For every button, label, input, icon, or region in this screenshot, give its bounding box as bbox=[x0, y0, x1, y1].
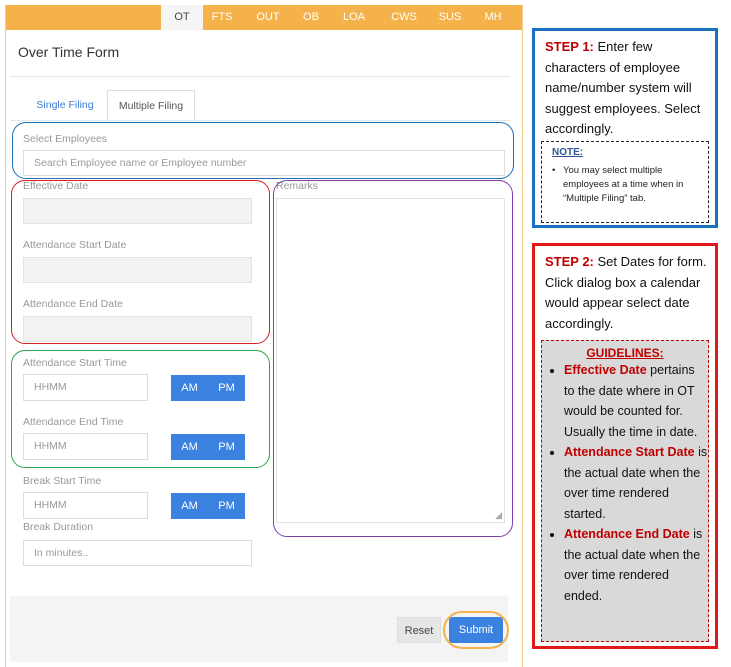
guideline-item: Attendance Start Date is the actual date… bbox=[564, 442, 708, 524]
step1-text: STEP 1: Enter few characters of employee… bbox=[545, 37, 713, 140]
top-nav-bar: OT FTS OUT OB LOA CWS SUS MH bbox=[6, 5, 522, 30]
tab-ob[interactable]: OB bbox=[296, 5, 326, 30]
break-start-time-label: Break Start Time bbox=[23, 475, 102, 487]
guidelines-title: GUIDELINES: bbox=[586, 346, 664, 360]
break-duration-input[interactable]: In minutes.. bbox=[23, 540, 252, 566]
submit-highlight-ring bbox=[443, 611, 509, 649]
guidelines-list: Effective Date pertains to the date wher… bbox=[542, 360, 708, 606]
bullet-icon: • bbox=[552, 165, 556, 176]
note-title: NOTE: bbox=[552, 147, 584, 158]
break-duration-label: Break Duration bbox=[23, 521, 94, 533]
subtab-divider bbox=[10, 120, 510, 121]
note-text: • You may select multiple employees at a… bbox=[552, 165, 684, 204]
step1-label: STEP 1: bbox=[545, 39, 594, 54]
break-start-ampm-toggle[interactable]: AM PM bbox=[171, 493, 245, 519]
tab-cws[interactable]: CWS bbox=[384, 5, 424, 30]
highlight-step1-box bbox=[12, 122, 514, 179]
tab-out[interactable]: OUT bbox=[249, 5, 287, 30]
reset-button[interactable]: Reset bbox=[397, 617, 441, 643]
pm-button[interactable]: PM bbox=[208, 493, 245, 519]
am-button[interactable]: AM bbox=[171, 493, 208, 519]
title-divider bbox=[10, 76, 510, 77]
highlight-times-box bbox=[11, 350, 270, 468]
guideline-item: Attendance End Date is the actual date w… bbox=[564, 524, 708, 606]
tab-sus[interactable]: SUS bbox=[432, 5, 468, 30]
tab-multiple-filing[interactable]: Multiple Filing bbox=[107, 90, 195, 120]
tab-fts[interactable]: FTS bbox=[205, 5, 239, 30]
guideline-item: Effective Date pertains to the date wher… bbox=[564, 360, 708, 442]
highlight-remarks-box bbox=[273, 180, 513, 537]
page-title: Over Time Form bbox=[18, 44, 120, 60]
break-start-time-input[interactable]: HHMM bbox=[23, 492, 148, 519]
step1-instruction-box: STEP 1: Enter few characters of employee… bbox=[532, 28, 718, 228]
tab-single-filing[interactable]: Single Filing bbox=[30, 90, 100, 120]
tab-mh[interactable]: MH bbox=[477, 5, 509, 30]
step2-label: STEP 2: bbox=[545, 254, 594, 269]
tab-ot[interactable]: OT bbox=[161, 5, 203, 30]
tab-loa[interactable]: LOA bbox=[337, 5, 371, 30]
step2-instruction-box: STEP 2: Set Dates for form. Click dialog… bbox=[532, 243, 718, 649]
guidelines-box: GUIDELINES: Effective Date pertains to t… bbox=[541, 340, 709, 642]
note-box: NOTE: • You may select multiple employee… bbox=[541, 141, 709, 223]
highlight-dates-box bbox=[11, 180, 270, 344]
step2-text: STEP 2: Set Dates for form. Click dialog… bbox=[545, 252, 713, 334]
